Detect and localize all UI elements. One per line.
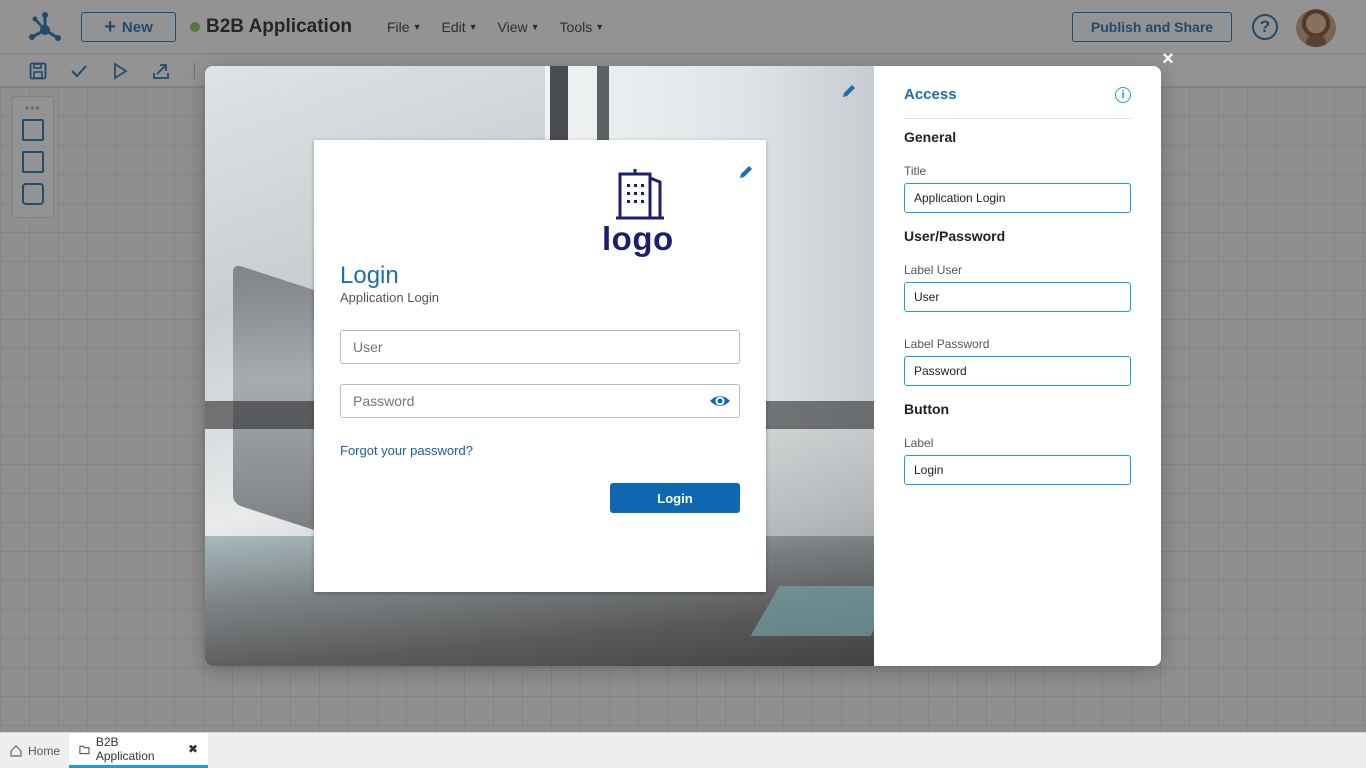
panel-divider (904, 118, 1131, 119)
label-user-label: Label User (904, 263, 963, 277)
title-field[interactable]: Application Login (904, 183, 1131, 213)
button-label-label: Label (904, 436, 934, 450)
login-subtitle: Application Login (340, 290, 440, 305)
login-card: logo Login Application Login Forgot your… (314, 140, 766, 592)
info-icon[interactable]: i (1115, 87, 1131, 103)
general-heading: General (904, 129, 957, 145)
user-password-heading: User/Password (904, 228, 1006, 244)
button-label-field[interactable]: Login (904, 455, 1131, 485)
close-icon[interactable]: × (1159, 48, 1177, 70)
login-title: Login (340, 262, 399, 289)
edit-background-pencil-icon[interactable] (841, 83, 857, 99)
forgot-password-link[interactable]: Forgot your password? (340, 443, 473, 458)
home-icon (10, 745, 22, 757)
logo-text: logo (602, 220, 674, 257)
folder-icon (79, 745, 90, 754)
close-tab-icon[interactable]: ✖ (188, 742, 198, 756)
access-properties-panel: Access i General Title Application Login… (874, 66, 1161, 666)
bottom-tab-bar: Home B2B Application ✖ (0, 732, 1366, 768)
tab-b2b-application-label: B2B Application (95, 735, 155, 763)
button-heading: Button (904, 401, 950, 417)
tab-home-label: Home (28, 744, 61, 758)
show-password-eye-icon[interactable] (709, 392, 731, 410)
label-user-field[interactable]: User (904, 282, 1131, 312)
password-input[interactable] (340, 384, 740, 418)
login-preview: logo Login Application Login Forgot your… (205, 66, 874, 666)
label-password-field[interactable]: Password (904, 356, 1131, 386)
label-password-label: Label Password (904, 337, 990, 351)
access-editor-modal: logo Login Application Login Forgot your… (205, 66, 1161, 666)
tab-b2b-application[interactable]: B2B Application ✖ (69, 733, 208, 768)
login-button[interactable]: Login (610, 483, 740, 513)
panel-title: Access (904, 86, 957, 103)
edit-card-pencil-icon[interactable] (738, 164, 754, 180)
title-label: Title (904, 164, 927, 178)
building-icon (616, 169, 664, 220)
company-logo: logo (602, 168, 678, 260)
user-input[interactable] (340, 330, 740, 364)
tab-home[interactable]: Home (0, 733, 70, 768)
